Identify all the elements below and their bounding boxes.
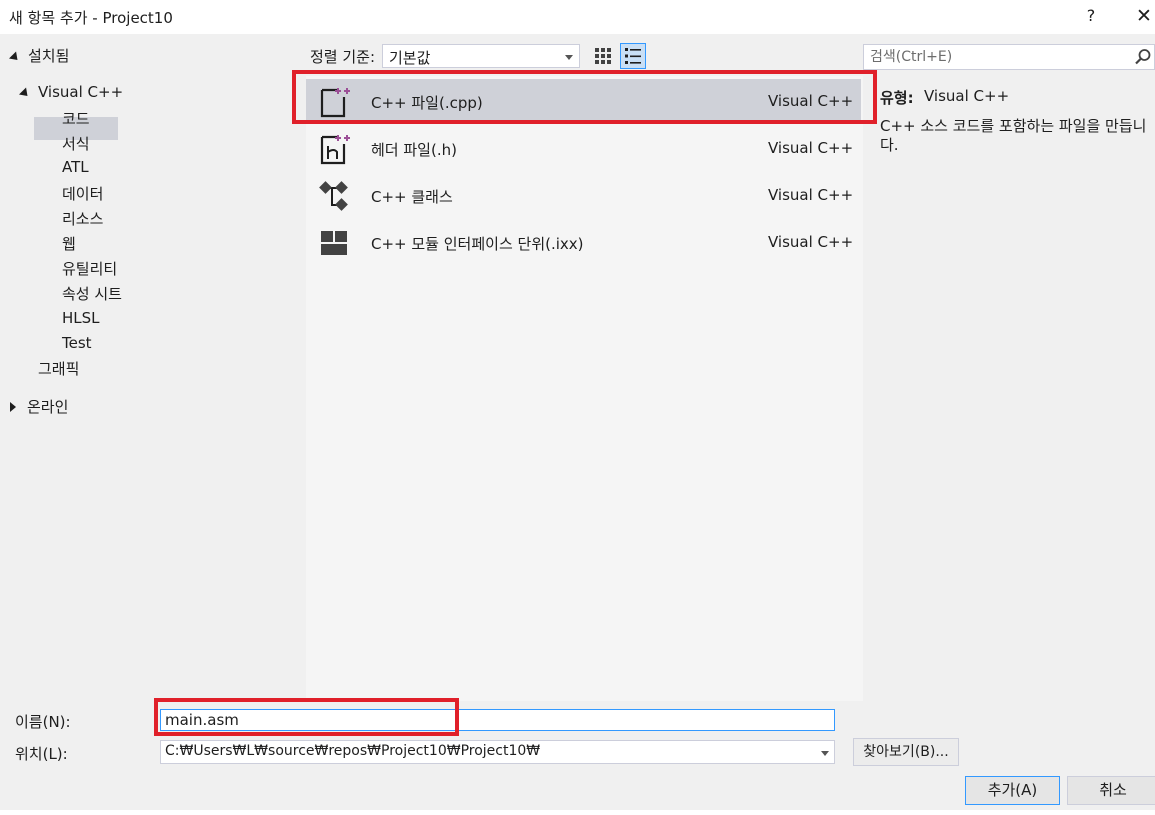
location-value: C:₩Users₩L₩source₩repos₩Project10₩Projec…: [165, 743, 541, 759]
description-text: C++ 소스 코드를 포함하는 파일을 만듭니 다.: [880, 117, 1155, 155]
chevron-down-icon: [565, 55, 573, 60]
description-line: 다.: [880, 136, 899, 154]
small-icons-view-icon: [595, 48, 611, 64]
list-view-icon: [625, 48, 641, 64]
category-tree: 설치됨 Visual C++ 코드 서식 ATL 데이터 리소스 웹 유틸리티 …: [0, 36, 300, 700]
tree-item-test[interactable]: Test: [62, 334, 92, 352]
help-button[interactable]: ?: [1078, 3, 1104, 29]
tree-item-online[interactable]: 온라인: [10, 396, 68, 417]
template-language: Visual C++: [768, 92, 854, 110]
collapsed-triangle-icon[interactable]: [10, 402, 16, 412]
tree-item-format[interactable]: 서식: [62, 133, 90, 154]
tree-item-atl[interactable]: ATL: [62, 158, 89, 176]
location-combobox[interactable]: C:₩Users₩L₩source₩repos₩Project10₩Projec…: [160, 740, 835, 764]
description-type-label: 유형:: [880, 89, 914, 107]
add-button[interactable]: 추가(A): [965, 776, 1060, 805]
template-name: C++ 모듈 인터페이스 단위(.ixx): [371, 235, 584, 253]
search-box[interactable]: [863, 44, 1155, 70]
tree-item-web[interactable]: 웹: [62, 233, 76, 254]
expanded-triangle-icon[interactable]: [8, 51, 22, 64]
browse-button[interactable]: 찾아보기(B)...: [853, 738, 959, 766]
header-file-icon: [320, 135, 350, 165]
tree-item-code[interactable]: 코드: [62, 108, 90, 129]
template-name: 헤더 파일(.h): [371, 141, 457, 159]
template-name: C++ 파일(.cpp): [371, 94, 483, 112]
template-item-cpp-file[interactable]: C++ 파일(.cpp) Visual C++: [306, 79, 861, 123]
tree-item-graphics[interactable]: 그래픽: [38, 358, 79, 379]
name-input[interactable]: [160, 709, 835, 731]
close-button[interactable]: ✕: [1131, 3, 1155, 29]
name-label: 이름(N):: [15, 713, 71, 731]
tree-item-data[interactable]: 데이터: [62, 183, 103, 204]
template-list: C++ 파일(.cpp) Visual C++ 헤더 파일(.h) Visual…: [306, 76, 863, 701]
template-item-cpp-class[interactable]: C++ 클래스 Visual C++: [306, 173, 861, 217]
template-name: C++ 클래스: [371, 188, 453, 206]
tree-item-visual-cpp[interactable]: Visual C++: [18, 83, 124, 101]
expanded-triangle-icon[interactable]: [18, 87, 32, 100]
description-type-value: Visual C++: [924, 87, 1010, 105]
tree-item-property-sheet[interactable]: 속성 시트: [62, 283, 122, 304]
cpp-file-icon: [320, 88, 350, 118]
sort-dropdown-value: 기본값: [389, 49, 431, 67]
cancel-button[interactable]: 취소: [1067, 776, 1155, 805]
tree-item-hlsl[interactable]: HLSL: [62, 309, 100, 327]
template-language: Visual C++: [768, 139, 854, 157]
module-interface-icon: [321, 231, 347, 255]
template-item-header-file[interactable]: 헤더 파일(.h) Visual C++: [306, 126, 861, 170]
tree-item-resource[interactable]: 리소스: [62, 208, 103, 229]
bottom-edge: [0, 810, 1155, 815]
search-input[interactable]: [864, 45, 1126, 69]
description-line: C++ 소스 코드를 포함하는 파일을 만듭니: [880, 117, 1147, 135]
template-language: Visual C++: [768, 186, 854, 204]
tree-item-label: Visual C++: [38, 83, 124, 101]
tree-item-label: 온라인: [27, 398, 69, 416]
sort-dropdown[interactable]: 기본값: [382, 44, 580, 68]
search-icon[interactable]: [1134, 48, 1152, 66]
tree-item-installed[interactable]: 설치됨: [8, 45, 70, 66]
list-view-button[interactable]: [620, 43, 646, 69]
tree-item-label: 설치됨: [28, 47, 70, 65]
chevron-down-icon[interactable]: [821, 751, 829, 756]
window-title: 새 항목 추가 - Project10: [9, 9, 173, 27]
template-item-module-interface[interactable]: C++ 모듈 인터페이스 단위(.ixx) Visual C++: [306, 220, 861, 264]
class-icon: [319, 181, 348, 211]
grid-view-button[interactable]: [591, 44, 615, 68]
title-bar: 새 항목 추가 - Project10 ? ✕: [0, 0, 1155, 34]
tree-item-utility[interactable]: 유틸리티: [62, 258, 117, 279]
location-label: 위치(L):: [15, 745, 68, 763]
template-language: Visual C++: [768, 233, 854, 251]
sort-label: 정렬 기준:: [310, 48, 376, 66]
